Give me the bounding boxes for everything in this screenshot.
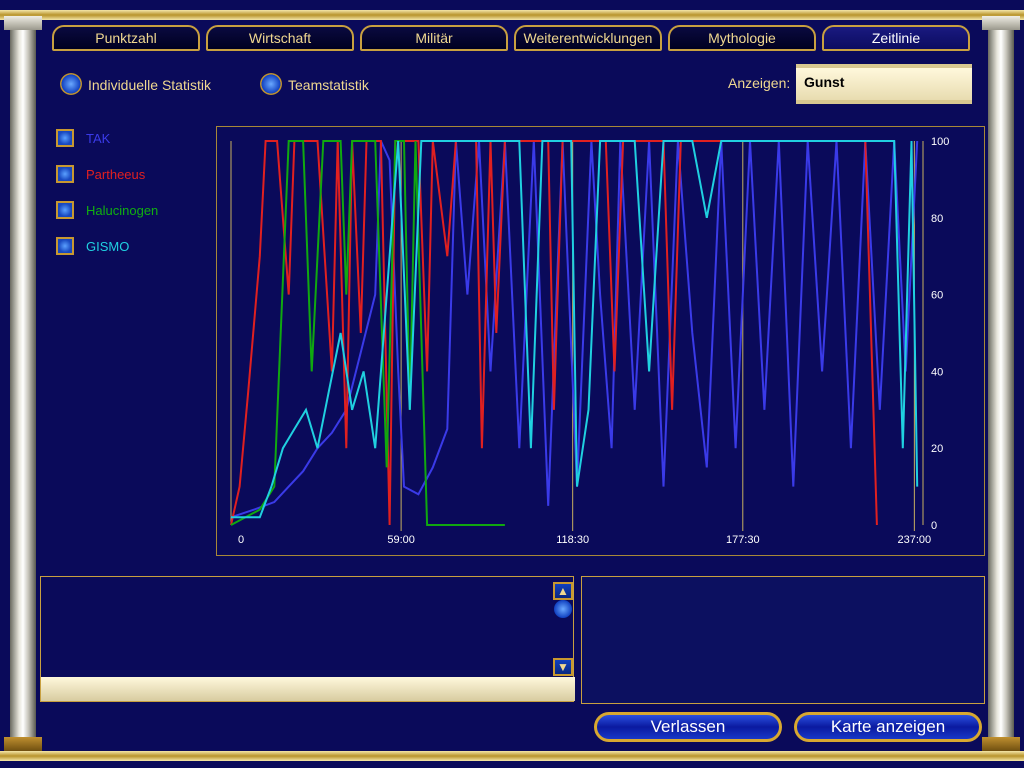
legend-label: TAK — [86, 131, 111, 146]
y-tick-label: 40 — [931, 366, 943, 378]
tab-punktzahl[interactable]: Punktzahl — [52, 25, 200, 51]
y-tick-label: 60 — [931, 290, 943, 302]
bottom-border — [0, 751, 1024, 761]
y-tick-label: 0 — [931, 520, 937, 532]
checkbox-icon — [56, 165, 74, 183]
series-line-partheeus — [230, 140, 878, 526]
tab-wirtschaft[interactable]: Wirtschaft — [206, 25, 354, 51]
legend-label: Halucinogen — [86, 203, 159, 218]
scroll-thumb[interactable] — [554, 600, 572, 618]
tab-zeitlinie[interactable]: Zeitlinie — [822, 25, 970, 51]
series-line-halucinogen — [230, 140, 505, 526]
display-select[interactable]: Gunst — [796, 64, 972, 104]
timeline-chart: 0 59:00 118:30 177:30 237:00 0 20 40 60 80 100 — [216, 126, 985, 556]
x-tick-label: 177:30 — [726, 534, 760, 546]
x-tick-label: 0 — [238, 534, 244, 546]
y-tick-label: 80 — [931, 213, 943, 225]
tab-mythologie[interactable]: Mythologie — [668, 25, 816, 51]
x-tick-label: 118:30 — [556, 534, 589, 546]
legend-label: Partheeus — [86, 167, 146, 182]
legend-label: GISMO — [86, 239, 130, 254]
event-log-scrollbar[interactable]: ▲ ▼ — [553, 582, 573, 676]
event-log-panel — [40, 576, 575, 702]
tab-weiterentwicklungen[interactable]: Weiterentwicklungen — [514, 25, 662, 51]
tab-militaer[interactable]: Militär — [360, 25, 508, 51]
chart-canvas: 0 59:00 118:30 177:30 237:00 0 20 40 60 80 100 — [230, 136, 949, 546]
info-panel — [581, 576, 985, 704]
scroll-up-button[interactable]: ▲ — [553, 582, 573, 600]
y-tick-label: 20 — [931, 443, 943, 455]
team-stats-label: Teamstatistik — [288, 77, 369, 93]
top-border — [0, 10, 1024, 20]
x-tick-label: 237:00 — [898, 534, 932, 546]
radio-icon — [260, 73, 282, 95]
show-map-button[interactable]: Karte anzeigen — [794, 712, 982, 742]
checkbox-icon — [56, 129, 74, 147]
leave-button[interactable]: Verlassen — [594, 712, 782, 742]
checkbox-icon — [56, 201, 74, 219]
display-label: Anzeigen: — [728, 75, 791, 91]
event-log-footer — [41, 677, 575, 701]
right-pillar — [982, 16, 1020, 751]
left-pillar — [4, 16, 42, 751]
checkbox-icon — [56, 237, 74, 255]
individual-stats-label: Individuelle Statistik — [88, 77, 211, 93]
radio-selected-icon — [60, 73, 82, 95]
tab-bar: Punktzahl Wirtschaft Militär Weiterentwi… — [52, 25, 970, 53]
scroll-down-button[interactable]: ▼ — [553, 658, 573, 676]
y-tick-label: 100 — [931, 136, 949, 148]
x-tick-label: 59:00 — [387, 534, 415, 546]
